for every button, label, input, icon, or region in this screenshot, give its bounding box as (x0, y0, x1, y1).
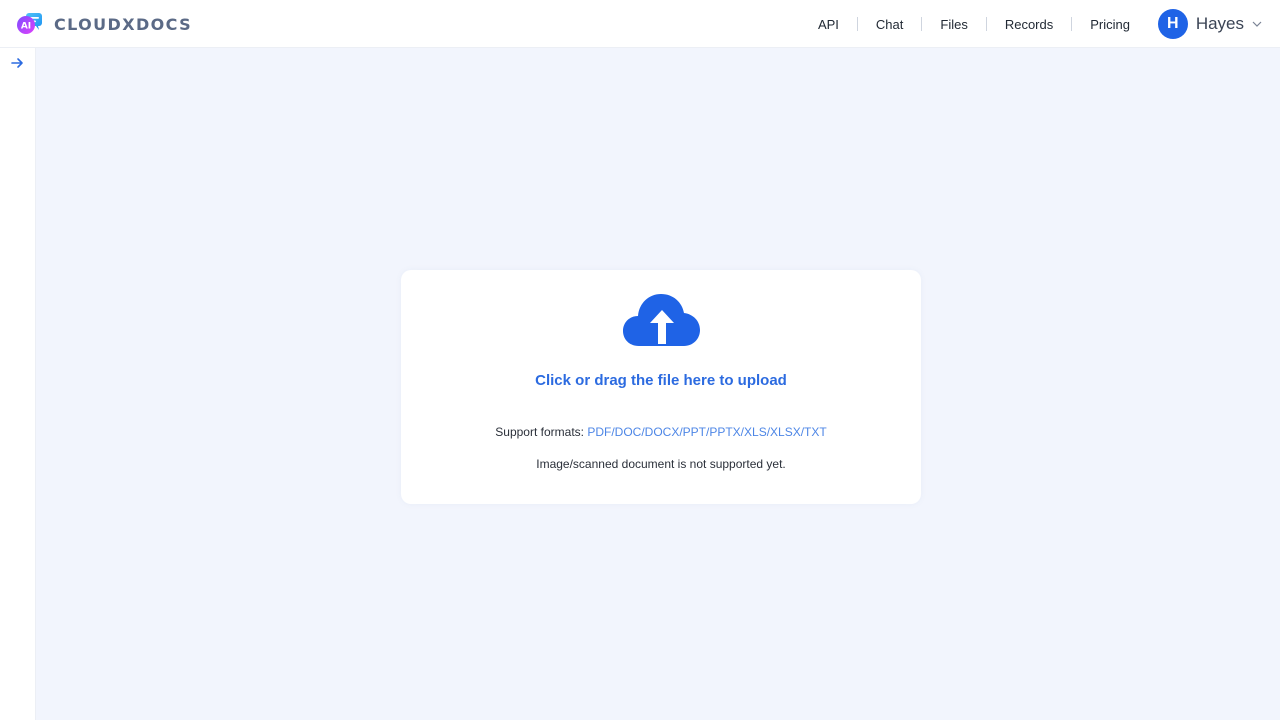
nav-records[interactable]: Records (1005, 17, 1053, 32)
supported-formats: Support formats: PDF/DOC/DOCX/PPT/PPTX/X… (401, 425, 921, 439)
logo-text: AI (21, 22, 31, 32)
formats-label: Support formats: (495, 425, 588, 439)
formats-list: PDF/DOC/DOCX/PPT/PPTX/XLS/XLSX/TXT (587, 425, 827, 439)
top-header: AI CLOUDXDOCS API Chat Files Records Pri… (0, 0, 1280, 48)
sidebar (0, 48, 36, 720)
nav-divider (856, 17, 858, 31)
brand[interactable]: AI CLOUDXDOCS (16, 11, 192, 37)
ai-chat-logo-icon: AI (17, 13, 42, 34)
unsupported-note: Image/scanned document is not supported … (536, 457, 786, 471)
nav-pricing[interactable]: Pricing (1090, 17, 1130, 32)
upload-dropzone[interactable]: Click or drag the file here to upload Su… (401, 270, 921, 504)
nav-divider (985, 17, 987, 31)
arrow-right-icon (11, 58, 23, 68)
nav-divider (1071, 17, 1073, 31)
upload-title: Click or drag the file here to upload (535, 372, 787, 389)
user-name: Hayes (1195, 14, 1244, 33)
brand-name: CLOUDXDOCS (54, 14, 193, 34)
sidebar-expand-button[interactable] (7, 53, 27, 73)
cloud-upload-icon (623, 292, 701, 348)
nav-divider (921, 17, 923, 31)
nav-files[interactable]: Files (940, 17, 967, 32)
user-menu[interactable]: H Hayes (1157, 9, 1262, 39)
avatar: H (1157, 9, 1188, 39)
chevron-down-icon (1252, 21, 1262, 27)
nav-chat[interactable]: Chat (876, 17, 903, 32)
nav-api[interactable]: API (818, 17, 839, 32)
top-nav: API Chat Files Records Pricing (818, 0, 1130, 48)
